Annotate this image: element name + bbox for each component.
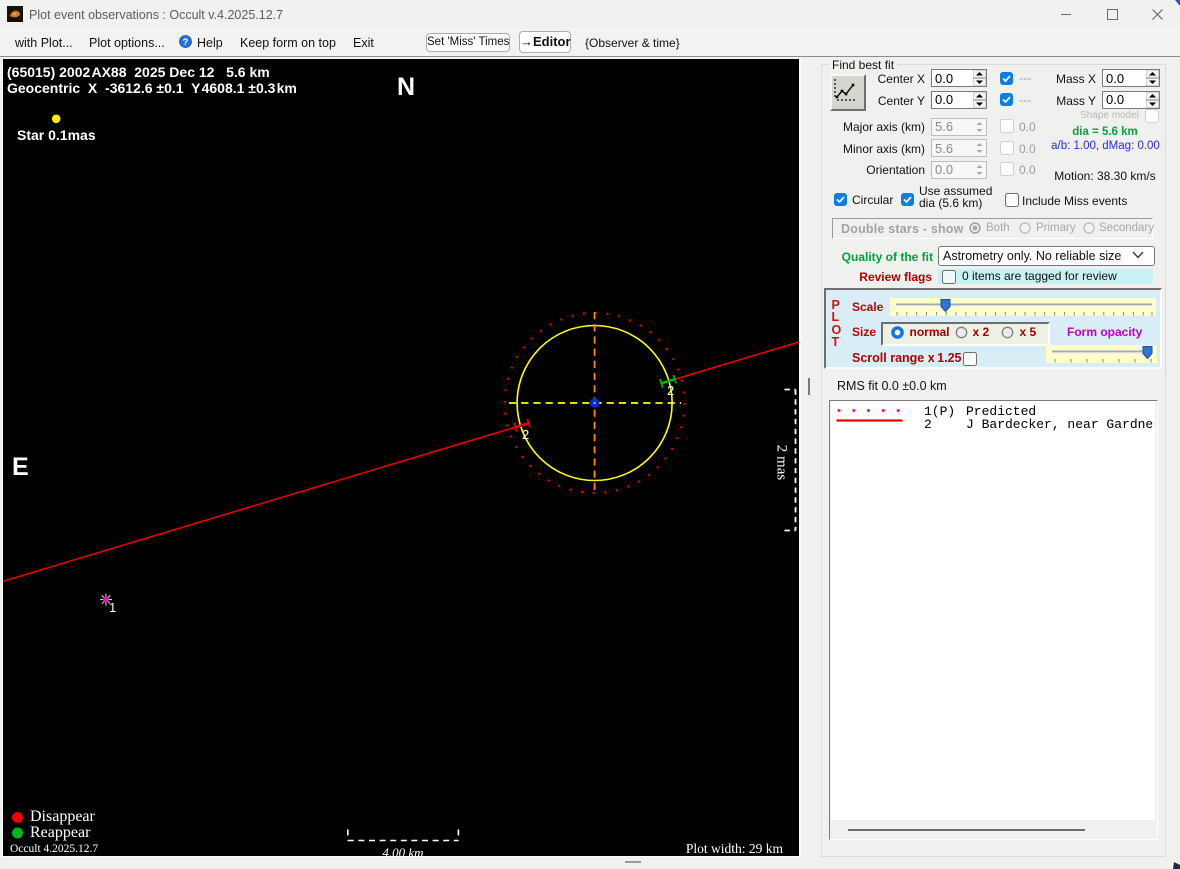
svg-text:?: ? [183, 37, 189, 48]
